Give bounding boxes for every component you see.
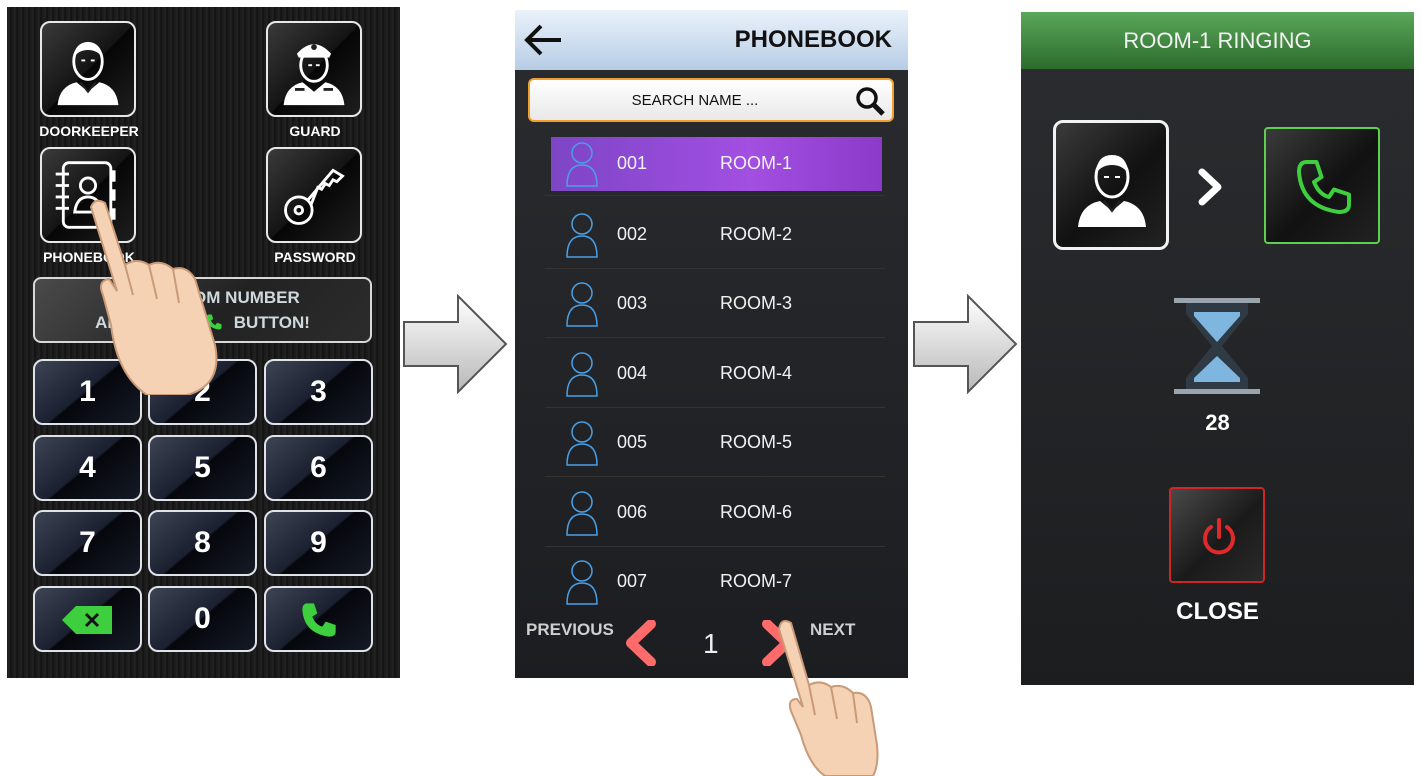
person-icon	[566, 142, 598, 187]
entry-name: ROOM-2	[720, 224, 792, 244]
doorkeeper-icon	[1078, 155, 1146, 227]
person-icon	[566, 213, 598, 258]
guard-icon	[283, 44, 345, 106]
guard-button[interactable]	[266, 21, 362, 117]
divider	[545, 195, 885, 196]
key-6[interactable]: 6	[264, 435, 373, 501]
hand-pointer-icon	[89, 199, 218, 395]
divider	[545, 476, 885, 477]
chevron-right-icon	[1198, 168, 1222, 206]
page-title: PHONEBOOK	[734, 26, 892, 53]
keypad-screen: DOORKEEPER GUARD PHONEBOOK PASSWORD ENTE…	[7, 7, 400, 678]
key-9[interactable]: 9	[264, 510, 373, 576]
instruction-line2-end: BUTTON!	[233, 313, 310, 332]
password-button[interactable]	[266, 147, 362, 243]
countdown: 28	[1205, 410, 1230, 435]
key-0[interactable]: 0	[148, 586, 257, 652]
search-placeholder: SEARCH NAME ...	[631, 92, 759, 109]
backspace-icon	[61, 606, 112, 635]
page-title: ROOM-1 RINGING	[1123, 28, 1312, 53]
person-icon	[566, 560, 598, 605]
phonebook-header: PHONEBOOK	[515, 10, 908, 70]
ringing-screen: ROOM-1 RINGING 28 CLOSE	[1021, 12, 1414, 685]
person-icon	[566, 421, 598, 466]
phone-icon	[1297, 160, 1351, 214]
close-button[interactable]	[1169, 487, 1265, 583]
divider	[545, 546, 885, 547]
key-5[interactable]: 5	[148, 435, 257, 501]
key-3[interactable]: 3	[264, 359, 373, 425]
power-icon	[1203, 518, 1235, 555]
doorkeeper-button[interactable]	[40, 21, 136, 117]
entry-number: 006	[617, 502, 648, 522]
entry-number: 007	[617, 571, 648, 591]
close-label: CLOSE	[1176, 598, 1259, 625]
caller-tile	[1053, 120, 1169, 250]
entry-name: ROOM-4	[720, 363, 792, 383]
phone-icon	[301, 603, 336, 637]
page-number: 1	[703, 628, 719, 659]
key-8[interactable]: 8	[148, 510, 257, 576]
doorkeeper-icon	[57, 41, 119, 106]
phonebook-entry[interactable]: 001 ROOM-1	[551, 137, 882, 191]
entry-name: ROOM-6	[720, 502, 792, 522]
flow-arrow-icon	[403, 294, 508, 394]
search-input[interactable]: SEARCH NAME ...	[528, 78, 894, 122]
phonebook-entry[interactable]: 002 ROOM-2	[545, 208, 885, 264]
key-4[interactable]: 4	[33, 435, 142, 501]
search-icon[interactable]	[854, 85, 886, 117]
person-icon	[566, 491, 598, 536]
entry-name: ROOM-5	[720, 432, 792, 452]
entry-number: 003	[617, 293, 648, 313]
entry-name: ROOM-7	[720, 571, 792, 591]
key-icon	[284, 168, 345, 225]
guard-label: GUARD	[289, 123, 341, 139]
entry-name: ROOM-3	[720, 293, 792, 313]
hand-pointer-icon	[777, 620, 879, 776]
entry-number: 002	[617, 224, 648, 244]
person-icon	[566, 352, 598, 397]
phonebook-screen: PHONEBOOK SEARCH NAME ... 001 ROOM-1 002…	[515, 10, 908, 678]
divider	[545, 407, 885, 408]
previous-label[interactable]: PREVIOUS	[526, 620, 614, 640]
entry-number: 005	[617, 432, 648, 452]
back-arrow-icon[interactable]	[521, 20, 565, 60]
hourglass-icon	[1174, 298, 1260, 394]
phonebook-entry[interactable]: 003 ROOM-3	[545, 277, 885, 333]
previous-arrow-icon[interactable]	[623, 620, 659, 666]
callee-tile	[1264, 127, 1380, 244]
phonebook-entry[interactable]: 006 ROOM-6	[545, 486, 885, 542]
divider	[545, 337, 885, 338]
delete-button[interactable]	[33, 586, 142, 652]
entry-number: 004	[617, 363, 648, 383]
phonebook-entry[interactable]: 005 ROOM-5	[545, 416, 885, 472]
key-7[interactable]: 7	[33, 510, 142, 576]
divider	[545, 268, 885, 269]
person-icon	[566, 282, 598, 327]
phonebook-entry[interactable]: 007 ROOM-7	[545, 555, 885, 611]
password-label: PASSWORD	[274, 249, 356, 265]
entry-name: ROOM-1	[720, 153, 792, 173]
ringing-header: ROOM-1 RINGING	[1021, 12, 1414, 69]
flow-arrow-icon	[913, 294, 1018, 394]
entry-number: 001	[617, 153, 648, 173]
doorkeeper-label: DOORKEEPER	[39, 123, 139, 139]
phonebook-entry[interactable]: 004 ROOM-4	[545, 347, 885, 403]
call-button[interactable]	[264, 586, 373, 652]
